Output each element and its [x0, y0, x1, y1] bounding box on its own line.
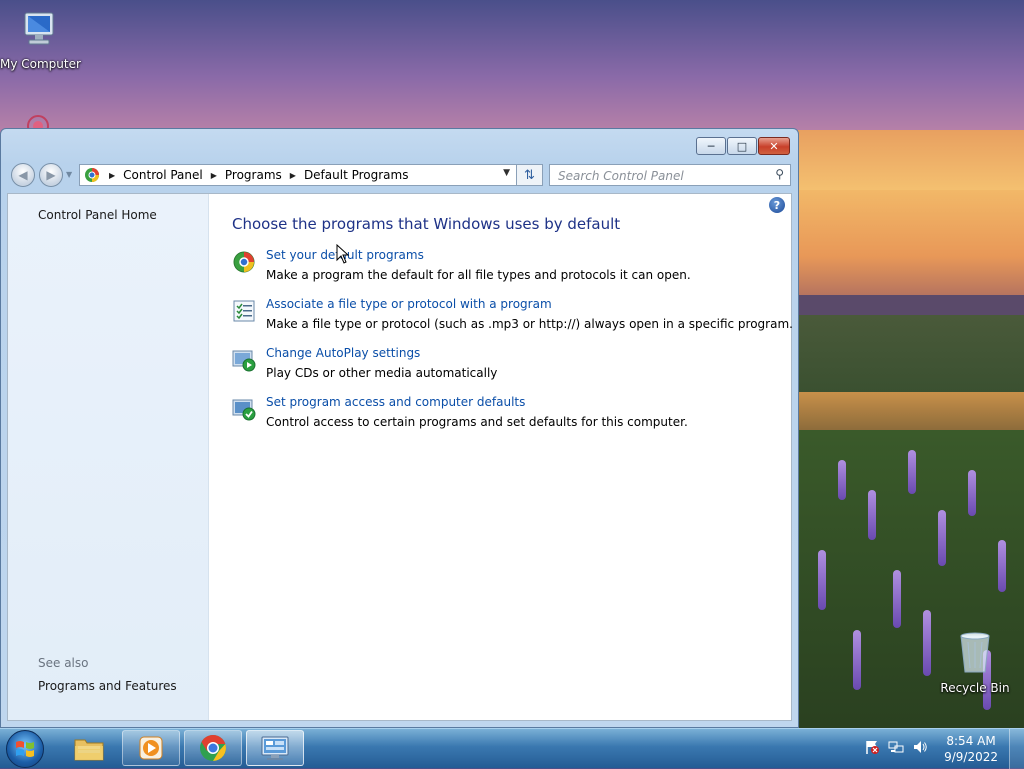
refresh-button[interactable]: ⇅: [517, 164, 543, 186]
back-button[interactable]: ◀: [11, 163, 35, 187]
change-autoplay-link[interactable]: Change AutoPlay settings: [266, 346, 420, 360]
minimize-button[interactable]: ─: [696, 137, 726, 155]
task-pane: Control Panel Home See also Programs and…: [8, 194, 209, 720]
breadcrumb-control-panel[interactable]: Control Panel: [123, 168, 203, 182]
navigation-bar: ◀ ▶ ▼ ▶ Control Panel ▶ Programs ▶ Defau…: [9, 162, 791, 188]
control-panel-window: ─ □ ✕ ◀ ▶ ▼ ▶ Control Panel ▶ Programs ▶…: [0, 128, 799, 728]
windows-logo-icon: [16, 741, 34, 757]
task-change-autoplay: Change AutoPlay settings Play CDs or oth…: [232, 346, 772, 390]
control-panel-icon: [85, 168, 99, 182]
system-clock[interactable]: 8:54 AM 9/9/2022: [944, 733, 998, 765]
taskbar: 8:54 AM 9/9/2022: [0, 728, 1024, 769]
window-content: Control Panel Home See also Programs and…: [7, 193, 793, 721]
maximize-button[interactable]: □: [727, 137, 757, 155]
control-panel-icon: [261, 736, 289, 760]
task-description: Play CDs or other media automatically: [266, 366, 498, 380]
task-set-default-programs: Set your default programs Make a program…: [232, 248, 772, 292]
file-association-icon: [233, 300, 255, 322]
address-bar[interactable]: ▶ Control Panel ▶ Programs ▶ Default Pro…: [79, 164, 517, 186]
task-program-access: Set program access and computer defaults…: [232, 395, 772, 439]
back-arrow-icon: ◀: [18, 168, 28, 182]
breadcrumb-separator-icon[interactable]: ▶: [109, 171, 115, 180]
task-description: Control access to certain programs and s…: [266, 415, 688, 429]
page-title: Choose the programs that Windows uses by…: [232, 215, 621, 233]
minimize-icon: ─: [707, 139, 715, 153]
notification-area: [864, 739, 928, 758]
see-also-heading: See also: [38, 656, 89, 670]
network-tray-icon: [888, 741, 904, 753]
chrome-icon: [200, 735, 226, 761]
breadcrumb-default-programs[interactable]: Default Programs: [304, 168, 409, 182]
search-box[interactable]: ⚲: [549, 164, 791, 186]
task-description: Make a file type or protocol (such as .m…: [266, 317, 793, 331]
network-icon[interactable]: [888, 739, 904, 758]
autoplay-icon: [232, 350, 256, 372]
breadcrumb-separator-icon[interactable]: ▶: [211, 171, 217, 180]
computer-icon: [24, 12, 54, 45]
close-button[interactable]: ✕: [758, 137, 790, 155]
window-caption-buttons: ─ □ ✕: [696, 137, 790, 155]
forward-button[interactable]: ▶: [39, 163, 63, 187]
task-description: Make a program the default for all file …: [266, 268, 691, 282]
main-pane: Choose the programs that Windows uses by…: [232, 194, 793, 720]
close-icon: ✕: [769, 139, 779, 153]
volume-icon[interactable]: [912, 739, 928, 758]
flower-icon: [27, 115, 49, 128]
associate-file-type-link[interactable]: Associate a file type or protocol with a…: [266, 297, 552, 311]
address-dropdown-icon[interactable]: ▼: [503, 168, 510, 178]
mouse-cursor-icon: [336, 244, 350, 264]
control-panel-home-link[interactable]: Control Panel Home: [38, 208, 157, 222]
action-center-flag-icon[interactable]: [864, 739, 880, 758]
desktop-icon-label: My Computer: [0, 57, 81, 71]
clock-time: 8:54 AM: [946, 734, 996, 748]
search-input[interactable]: [556, 166, 770, 186]
flag-error-icon: [866, 741, 879, 754]
taskbar-control-panel[interactable]: [246, 730, 304, 766]
taskbar-explorer[interactable]: [60, 730, 118, 766]
desktop-icon-recycle-bin[interactable]: Recycle Bin: [940, 630, 1010, 695]
breadcrumb-programs[interactable]: Programs: [225, 168, 282, 182]
desktop-icon-partial[interactable]: [16, 108, 60, 128]
refresh-icon: ⇅: [524, 167, 535, 183]
program-access-icon: [232, 399, 256, 421]
folder-icon: [74, 739, 104, 761]
speaker-icon: [914, 741, 927, 753]
start-button[interactable]: [6, 730, 44, 768]
recycle-bin-icon: [960, 632, 990, 673]
default-programs-icon: [233, 251, 255, 273]
desktop-icon-my-computer[interactable]: My Computer: [0, 10, 81, 71]
programs-and-features-link[interactable]: Programs and Features: [38, 679, 177, 693]
breadcrumb-separator-icon[interactable]: ▶: [290, 171, 296, 180]
maximize-icon: □: [736, 139, 748, 153]
task-associate-file-type: Associate a file type or protocol with a…: [232, 297, 793, 341]
forward-arrow-icon: ▶: [46, 168, 56, 182]
taskbar-media-player[interactable]: [122, 730, 180, 766]
taskbar-chrome[interactable]: [184, 730, 242, 766]
desktop-icon-label: Recycle Bin: [940, 681, 1010, 695]
clock-date: 9/9/2022: [944, 750, 998, 764]
recent-pages-dropdown-icon[interactable]: ▼: [66, 170, 72, 179]
media-player-icon: [139, 736, 163, 760]
show-desktop-button[interactable]: [1009, 729, 1024, 769]
program-access-link[interactable]: Set program access and computer defaults: [266, 395, 525, 409]
search-icon[interactable]: ⚲: [775, 167, 784, 181]
